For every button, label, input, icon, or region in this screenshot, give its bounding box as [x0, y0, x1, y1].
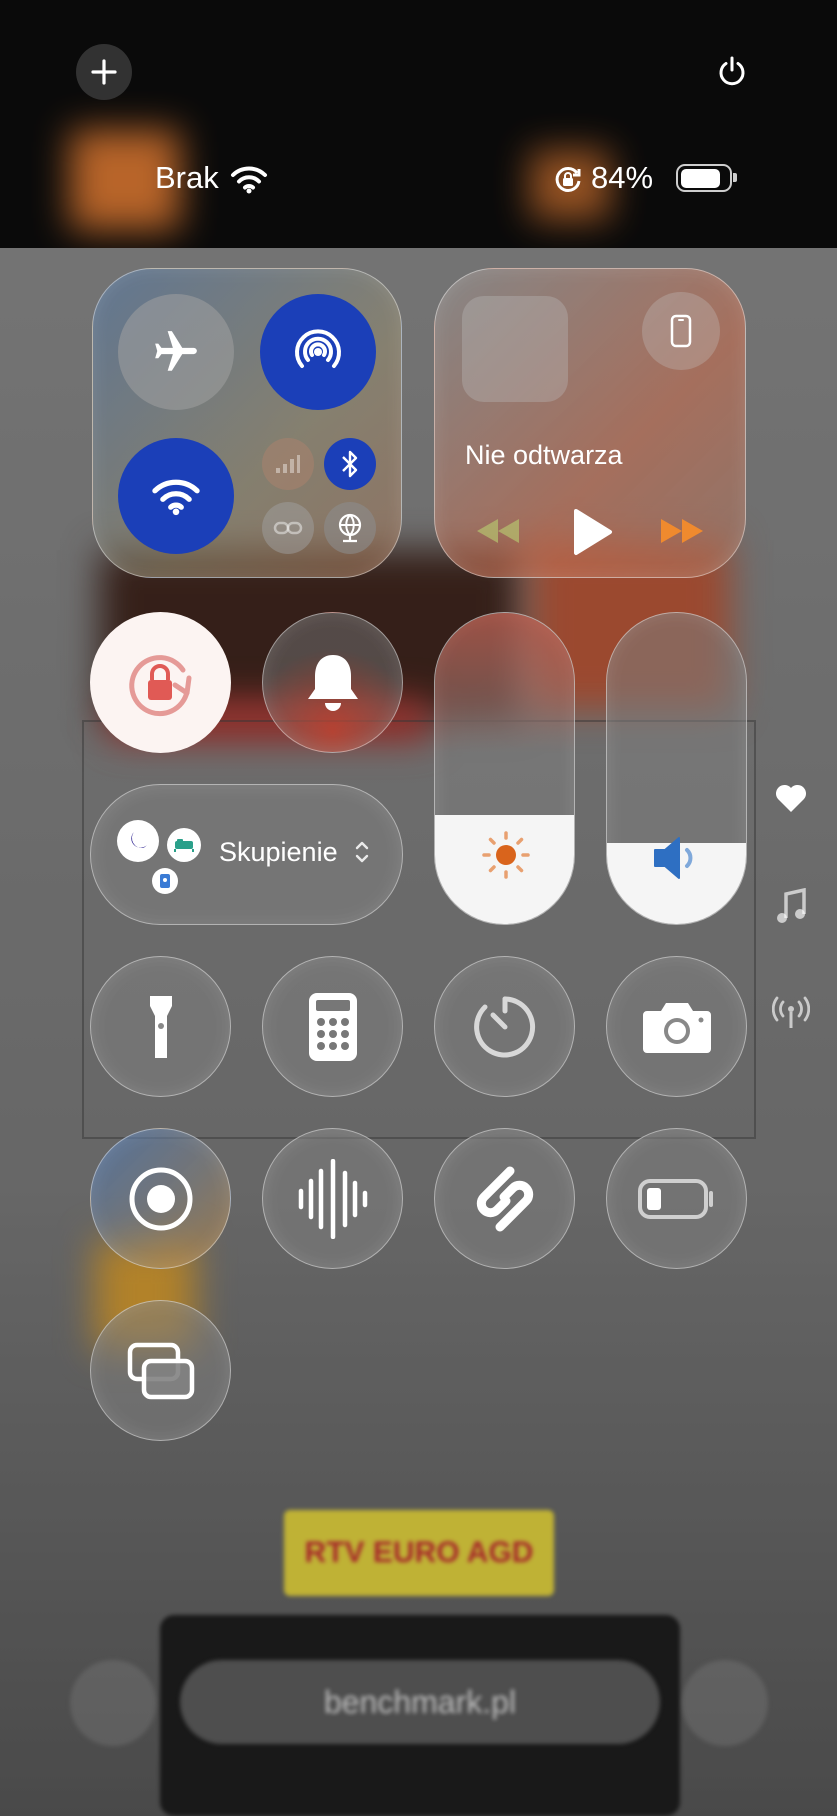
iphone-icon [670, 314, 692, 348]
rewind-icon [477, 519, 519, 543]
wifi-toggle[interactable] [118, 438, 234, 554]
page-indicator-music[interactable] [774, 887, 810, 928]
airdrop-toggle[interactable] [260, 294, 376, 410]
chevron-updown-icon [355, 841, 369, 863]
flashlight-icon [149, 995, 172, 1058]
heart-icon [775, 784, 807, 812]
next-track-button[interactable] [658, 516, 706, 546]
timer-button[interactable] [434, 956, 575, 1097]
shazam-icon [476, 1166, 533, 1231]
camera-button[interactable] [606, 956, 747, 1097]
silent-mode-toggle[interactable] [262, 612, 403, 753]
cellular-toggle[interactable] [262, 438, 314, 490]
bed-icon [167, 828, 201, 862]
vpn-icon [338, 513, 362, 543]
wifi-status-icon [231, 166, 267, 194]
voice-memo-button[interactable] [262, 1128, 403, 1269]
album-artwork [462, 296, 568, 402]
orientation-lock-toggle[interactable] [90, 612, 231, 753]
fast-forward-icon [661, 519, 703, 543]
speaker-icon [654, 837, 693, 879]
play-button[interactable] [570, 508, 614, 556]
carrier-label: Brak [155, 160, 219, 195]
screen-mirroring-button[interactable] [90, 1300, 231, 1441]
screen-mirroring-icon [127, 1342, 194, 1399]
low-power-mode-button[interactable] [606, 1128, 747, 1269]
broadcast-icon [771, 996, 811, 1028]
camera-icon [642, 1002, 711, 1053]
hotspot-icon [273, 521, 303, 535]
bluetooth-icon [342, 450, 358, 478]
airplane-icon [155, 331, 197, 371]
page-indicator-favorites[interactable] [774, 782, 810, 816]
power-icon [719, 56, 745, 86]
volume-slider[interactable] [606, 612, 747, 925]
play-icon [574, 509, 612, 555]
focus-button[interactable]: Skupienie [90, 784, 403, 925]
brightness-slider[interactable] [434, 612, 575, 925]
airplay-device-button[interactable] [642, 292, 720, 370]
wifi-icon [152, 479, 200, 516]
badge-icon [152, 868, 178, 894]
screen-record-icon [129, 1167, 192, 1230]
status-bar: Brak 84% [0, 150, 837, 210]
battery-percent: 84% [591, 160, 654, 195]
music-note-icon [777, 887, 806, 923]
bell-icon [307, 654, 358, 711]
flashlight-button[interactable] [90, 956, 231, 1097]
calculator-button[interactable] [262, 956, 403, 1097]
cellular-icon [276, 455, 300, 473]
low-power-icon [637, 1178, 713, 1219]
shazam-button[interactable] [434, 1128, 575, 1269]
screen-record-button[interactable] [90, 1128, 231, 1269]
plus-icon [91, 59, 117, 85]
hotspot-toggle[interactable] [262, 502, 314, 554]
page-indicator-connectivity[interactable] [771, 996, 812, 1030]
airplane-mode-toggle[interactable] [118, 294, 234, 410]
bluetooth-toggle[interactable] [324, 438, 376, 490]
voice-memo-icon [298, 1158, 367, 1239]
timer-icon [473, 996, 535, 1057]
battery-fill [680, 168, 720, 188]
previous-track-button[interactable] [474, 516, 522, 546]
orientation-lock-icon [128, 654, 191, 716]
media-status: Nie odtwarza [465, 440, 623, 470]
calculator-icon [308, 992, 357, 1061]
moon-icon [117, 820, 159, 862]
vpn-toggle[interactable] [324, 502, 376, 554]
add-control-button[interactable] [76, 44, 132, 100]
orientation-lock-status-icon [555, 166, 581, 192]
focus-label: Skupienie [219, 837, 338, 867]
sun-icon [482, 831, 530, 879]
airdrop-icon [295, 329, 341, 368]
battery-icon [676, 164, 737, 192]
power-button[interactable] [704, 44, 760, 100]
